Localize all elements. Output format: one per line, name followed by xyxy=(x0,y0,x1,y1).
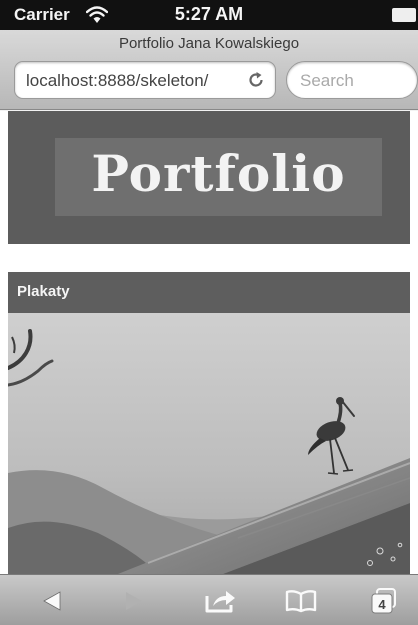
forward-button[interactable] xyxy=(106,575,162,625)
forward-arrow-icon xyxy=(126,591,142,610)
page-title: Portfolio Jana Kowalskiego xyxy=(118,35,300,52)
section-header: Plakaty xyxy=(8,272,410,313)
back-arrow-icon xyxy=(43,590,61,611)
logo-text: Portfolio xyxy=(91,144,346,203)
status-time: 5:27 AM xyxy=(174,4,244,24)
battery-icon xyxy=(392,8,416,22)
search-field[interactable]: Search xyxy=(286,61,418,99)
reload-icon[interactable] xyxy=(247,71,265,89)
back-button[interactable] xyxy=(24,575,80,625)
tabs-icon: 4 xyxy=(371,587,396,613)
logo-box[interactable]: Portfolio xyxy=(55,138,382,216)
section-title: Plakaty xyxy=(17,283,70,300)
search-placeholder[interactable]: Search xyxy=(300,71,354,91)
address-url[interactable]: localhost:8888/skeleton/ xyxy=(26,71,241,91)
bookmarks-button[interactable] xyxy=(273,575,329,625)
web-page: Portfolio Plakaty xyxy=(0,111,418,574)
share-icon xyxy=(205,590,235,612)
share-button[interactable] xyxy=(193,575,249,625)
status-bar: Carrier 5:27 AM xyxy=(0,0,418,30)
tab-count: 4 xyxy=(378,597,386,612)
address-bar[interactable]: localhost:8888/skeleton/ xyxy=(14,61,276,99)
browser-chrome: Portfolio Jana Kowalskiego localhost:888… xyxy=(0,30,418,110)
poster-image[interactable] xyxy=(8,313,410,574)
spacer xyxy=(8,244,410,272)
tabs-button[interactable]: 4 xyxy=(355,575,411,625)
hero-header: Portfolio xyxy=(8,111,410,244)
browser-toolbar: 4 xyxy=(0,574,418,625)
iphone-safari-screen: Carrier 5:27 AM Portfolio Jana Kowalskie… xyxy=(0,0,418,625)
poster-illustration xyxy=(8,313,410,574)
bookmarks-book-icon xyxy=(285,589,317,612)
